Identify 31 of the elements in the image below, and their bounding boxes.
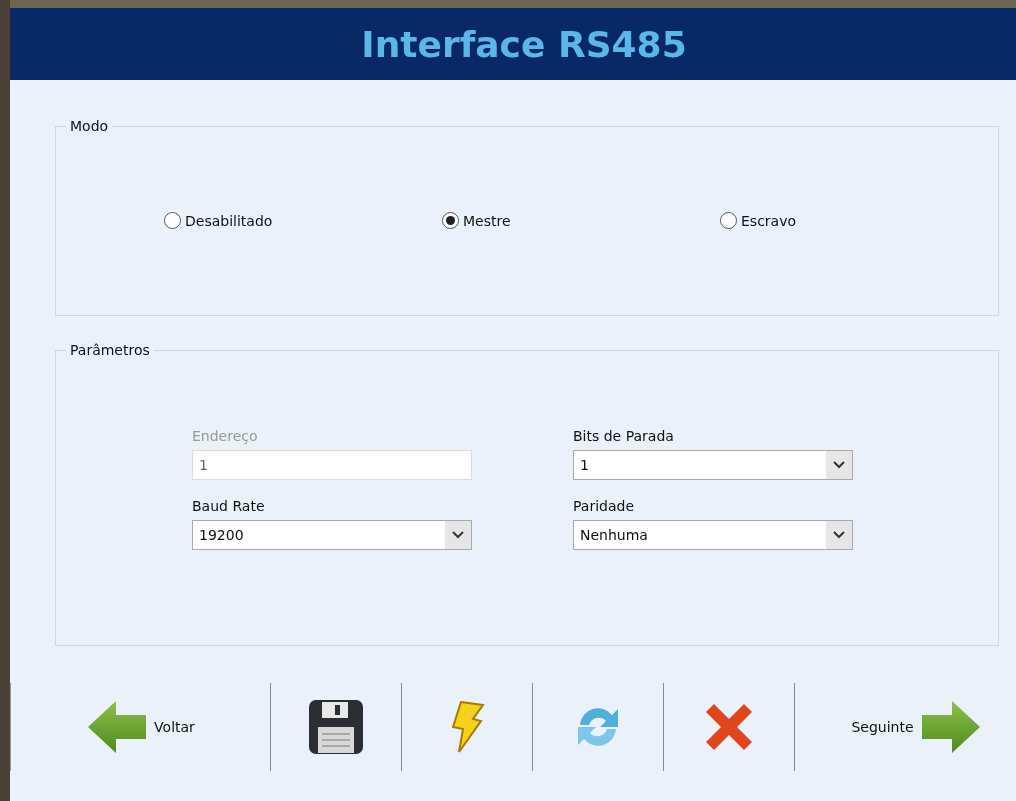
field-label: Bits de Parada <box>573 428 675 444</box>
caret-icon <box>445 521 471 549</box>
radio-label: Escravo <box>741 212 797 229</box>
group-legend: Modo <box>66 118 113 134</box>
back-button[interactable]: Voltar <box>86 700 195 754</box>
radio-button[interactable] <box>164 212 181 229</box>
cancel-button[interactable] <box>704 702 754 752</box>
radio-button[interactable] <box>720 212 737 229</box>
radio-button[interactable] <box>442 212 459 229</box>
field-label: Baud Rate <box>192 498 266 514</box>
radio-label: Desabilitado <box>185 212 273 229</box>
caret-icon <box>826 521 852 549</box>
close-icon <box>704 702 754 752</box>
connect-button[interactable] <box>449 701 485 753</box>
group-legend: Parâmetros <box>66 342 154 358</box>
save-button[interactable] <box>308 699 364 755</box>
page-title: Interface RS485 <box>361 23 687 65</box>
dropdown-field[interactable]: Nenhuma <box>573 520 853 550</box>
dropdown-field[interactable]: 1 <box>573 450 853 480</box>
left-arrow-icon <box>86 700 149 754</box>
radio-option[interactable]: Desabilitado <box>164 212 442 229</box>
field-label: Paridade <box>573 498 635 514</box>
caret-icon <box>826 451 852 479</box>
field-label: Endereço <box>192 428 259 444</box>
radio-option[interactable]: Escravo <box>720 212 998 229</box>
next-button[interactable]: Seguinte <box>851 700 982 754</box>
dropdown-field[interactable]: 19200 <box>192 520 472 550</box>
lightning-icon <box>449 701 485 753</box>
right-arrow-icon <box>919 700 982 754</box>
radio-label: Mestre <box>463 212 511 229</box>
radio-option[interactable]: Mestre <box>442 212 720 229</box>
